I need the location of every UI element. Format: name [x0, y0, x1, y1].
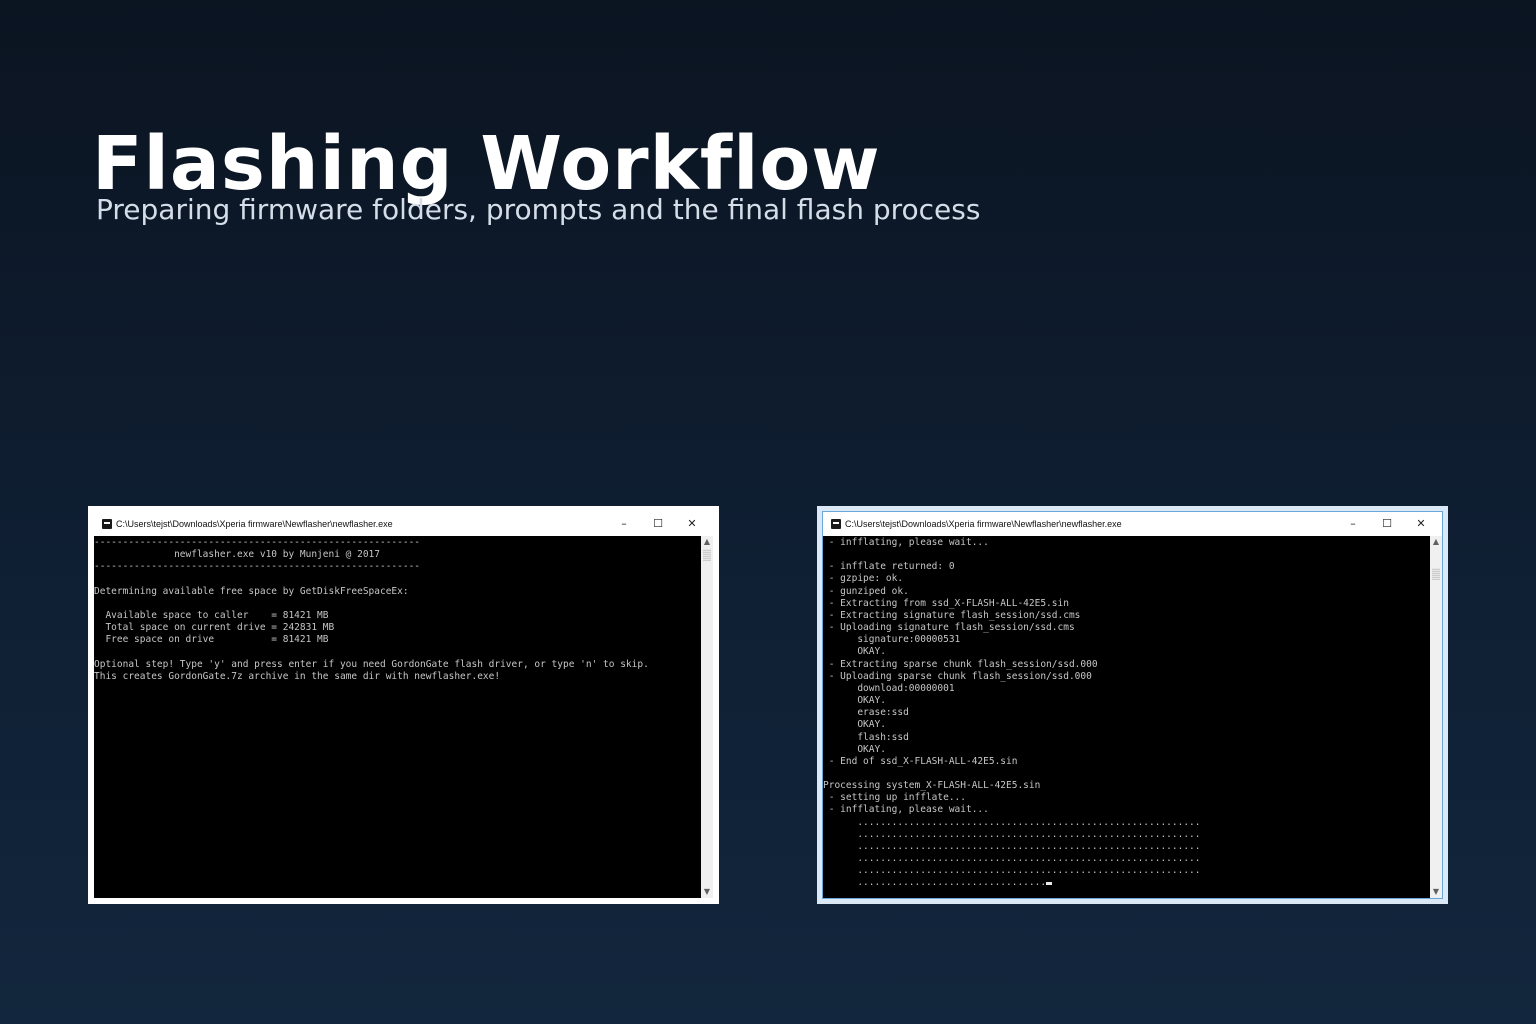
- console-output[interactable]: - infflating, please wait... - infflate …: [823, 536, 1430, 898]
- scroll-thumb[interactable]: [703, 549, 711, 561]
- close-button[interactable]: ✕: [675, 514, 709, 534]
- console-window: C:\Users\tejst\Downloads\Xperia firmware…: [93, 511, 714, 899]
- minimize-button[interactable]: –: [1336, 514, 1370, 534]
- console-text: - infflating, please wait... - infflate …: [823, 536, 1430, 890]
- maximize-button[interactable]: ☐: [1370, 514, 1404, 534]
- slide-title: Flashing Workflow: [92, 121, 881, 207]
- scroll-up-arrow-icon[interactable]: ▲: [1430, 536, 1442, 548]
- screenshot-left: C:\Users\tejst\Downloads\Xperia firmware…: [88, 506, 719, 904]
- scroll-thumb[interactable]: [1432, 568, 1440, 580]
- screenshot-right: C:\Users\tejst\Downloads\Xperia firmware…: [817, 506, 1448, 904]
- window-titlebar[interactable]: C:\Users\tejst\Downloads\Xperia firmware…: [94, 512, 713, 536]
- console-text-lines: - infflating, please wait... - infflate …: [823, 537, 1201, 889]
- scroll-down-arrow-icon[interactable]: ▼: [701, 886, 713, 898]
- console-app-icon: [102, 519, 112, 529]
- vertical-scrollbar[interactable]: ▲ ▼: [1430, 536, 1442, 898]
- window-title: C:\Users\tejst\Downloads\Xperia firmware…: [845, 519, 1122, 529]
- console-window: C:\Users\tejst\Downloads\Xperia firmware…: [822, 511, 1443, 899]
- slide-subtitle: Preparing firmware folders, prompts and …: [96, 193, 981, 226]
- window-titlebar[interactable]: C:\Users\tejst\Downloads\Xperia firmware…: [823, 512, 1442, 536]
- console-text: ----------------------------------------…: [94, 537, 649, 682]
- console-output[interactable]: ----------------------------------------…: [94, 536, 701, 898]
- scroll-down-arrow-icon[interactable]: ▼: [1430, 886, 1442, 898]
- minimize-button[interactable]: –: [607, 514, 641, 534]
- console-app-icon: [831, 519, 841, 529]
- window-title: C:\Users\tejst\Downloads\Xperia firmware…: [116, 519, 393, 529]
- scroll-up-arrow-icon[interactable]: ▲: [701, 536, 713, 548]
- maximize-button[interactable]: ☐: [641, 514, 675, 534]
- vertical-scrollbar[interactable]: ▲ ▼: [701, 536, 713, 898]
- close-button[interactable]: ✕: [1404, 514, 1438, 534]
- text-cursor: [1046, 882, 1053, 886]
